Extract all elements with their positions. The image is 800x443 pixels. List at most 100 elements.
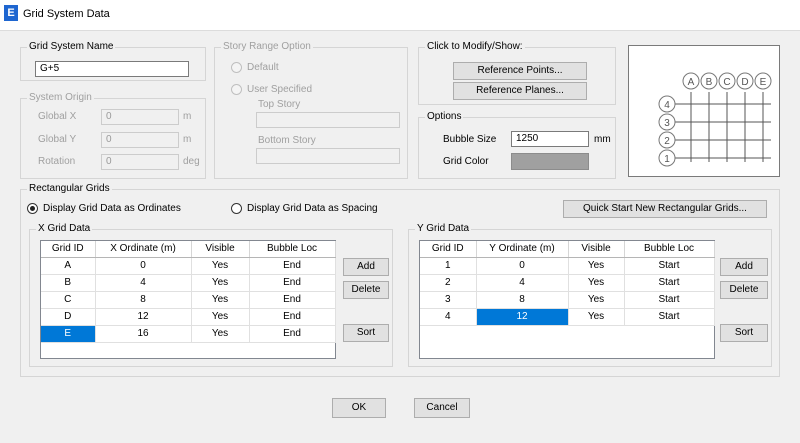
y-cell-visible[interactable]: Yes [568, 291, 625, 309]
x-header-ordinate[interactable]: X Ordinate (m) [95, 241, 192, 258]
table-row[interactable]: D 12 Yes End [41, 308, 336, 326]
y-cell-grid-id[interactable]: 1 [420, 257, 477, 275]
ok-button[interactable]: OK [332, 398, 386, 418]
bubble-size-input[interactable]: 1250 [511, 131, 589, 147]
y-cell-bubble-loc[interactable]: Start [624, 257, 715, 275]
table-row[interactable]: 1 0 Yes Start [420, 257, 715, 275]
y-cell-ordinate[interactable]: 0 [476, 257, 569, 275]
top-story-select[interactable] [256, 112, 400, 128]
x-cell-ordinate[interactable]: 8 [95, 291, 192, 309]
y-cell-grid-id[interactable]: 2 [420, 274, 477, 292]
x-cell-bubble-loc[interactable]: End [249, 325, 336, 343]
rotation-input[interactable]: 0 [101, 154, 179, 170]
grid-color-swatch[interactable] [511, 153, 589, 170]
y-cell-ordinate-selected[interactable]: 12 [476, 308, 569, 326]
y-grid-group: Y Grid Data Grid ID Y Ordinate (m) Visib… [408, 223, 772, 367]
display-spacing-radio[interactable] [231, 203, 242, 214]
grid-system-name-input[interactable]: G+5 [35, 61, 189, 77]
y-cell-bubble-loc[interactable]: Start [624, 274, 715, 292]
reference-points-button[interactable]: Reference Points... [453, 62, 587, 80]
global-y-unit: m [183, 134, 192, 145]
x-add-button[interactable]: Add [343, 258, 389, 276]
y-cell-visible[interactable]: Yes [568, 257, 625, 275]
table-row[interactable]: A 0 Yes End [41, 257, 336, 275]
reference-planes-button[interactable]: Reference Planes... [453, 82, 587, 100]
x-header-visible[interactable]: Visible [191, 241, 250, 258]
grid-system-name-group: Grid System Name G+5 [20, 41, 206, 81]
x-cell-bubble-loc[interactable]: End [249, 274, 336, 292]
y-cell-grid-id[interactable]: 4 [420, 308, 477, 326]
y-grid-label: Y Grid Data [415, 223, 472, 234]
y-header-visible[interactable]: Visible [568, 241, 625, 258]
preview-bubble-c: C [723, 77, 730, 88]
y-cell-ordinate[interactable]: 4 [476, 274, 569, 292]
x-sort-button[interactable]: Sort [343, 324, 389, 342]
default-radio[interactable] [231, 62, 242, 73]
dialog-client: Grid System Name G+5 System Origin Globa… [0, 30, 800, 443]
preview-bubble-3: 3 [664, 118, 670, 129]
y-grid-table: Grid ID Y Ordinate (m) Visible Bubble Lo… [419, 240, 715, 359]
x-delete-button[interactable]: Delete [343, 281, 389, 299]
x-cell-bubble-loc[interactable]: End [249, 257, 336, 275]
default-radio-label: Default [247, 62, 279, 73]
x-cell-bubble-loc[interactable]: End [249, 291, 336, 309]
quick-start-button[interactable]: Quick Start New Rectangular Grids... [563, 200, 767, 218]
user-specified-radio[interactable] [231, 84, 242, 95]
bottom-story-select[interactable] [256, 148, 400, 164]
rectangular-grids-label: Rectangular Grids [27, 183, 112, 194]
x-cell-grid-id[interactable]: B [41, 274, 96, 292]
table-row[interactable]: 3 8 Yes Start [420, 291, 715, 309]
x-header-bubble-loc[interactable]: Bubble Loc [249, 241, 336, 258]
x-header-grid-id[interactable]: Grid ID [41, 241, 96, 258]
y-header-bubble-loc[interactable]: Bubble Loc [624, 241, 715, 258]
preview-bubble-2: 2 [664, 136, 670, 147]
y-delete-button[interactable]: Delete [720, 281, 768, 299]
bubble-size-unit: mm [594, 134, 611, 145]
x-cell-ordinate[interactable]: 12 [95, 308, 192, 326]
display-ordinates-radio[interactable] [27, 203, 38, 214]
table-row[interactable]: C 8 Yes End [41, 291, 336, 309]
y-sort-button[interactable]: Sort [720, 324, 768, 342]
x-cell-visible[interactable]: Yes [191, 257, 250, 275]
x-cell-visible[interactable]: Yes [191, 308, 250, 326]
y-cell-bubble-loc[interactable]: Start [624, 291, 715, 309]
global-y-input[interactable]: 0 [101, 132, 179, 148]
y-cell-grid-id[interactable]: 3 [420, 291, 477, 309]
y-cell-visible[interactable]: Yes [568, 274, 625, 292]
x-cell-grid-id-selected[interactable]: E [41, 325, 96, 343]
display-spacing-label: Display Grid Data as Spacing [247, 203, 378, 214]
table-row[interactable]: 2 4 Yes Start [420, 274, 715, 292]
x-cell-bubble-loc[interactable]: End [249, 308, 336, 326]
y-add-button[interactable]: Add [720, 258, 768, 276]
modify-show-group: Click to Modify/Show: Reference Points..… [418, 41, 616, 105]
y-header-grid-id[interactable]: Grid ID [420, 241, 477, 258]
x-cell-ordinate[interactable]: 16 [95, 325, 192, 343]
x-cell-grid-id[interactable]: C [41, 291, 96, 309]
global-x-input[interactable]: 0 [101, 109, 179, 125]
options-label: Options [425, 111, 464, 122]
grid-color-label: Grid Color [443, 156, 489, 167]
x-cell-grid-id[interactable]: D [41, 308, 96, 326]
y-header-ordinate[interactable]: Y Ordinate (m) [476, 241, 569, 258]
x-cell-visible[interactable]: Yes [191, 291, 250, 309]
rectangular-grids-group: Rectangular Grids Display Grid Data as O… [20, 183, 780, 377]
x-cell-visible[interactable]: Yes [191, 274, 250, 292]
x-cell-ordinate[interactable]: 0 [95, 257, 192, 275]
table-row[interactable]: 4 12 Yes Start [420, 308, 715, 326]
x-cell-ordinate[interactable]: 4 [95, 274, 192, 292]
table-row[interactable]: B 4 Yes End [41, 274, 336, 292]
window-title: Grid System Data [23, 8, 110, 20]
y-cell-ordinate[interactable]: 8 [476, 291, 569, 309]
y-cell-visible[interactable]: Yes [568, 308, 625, 326]
x-grid-label: X Grid Data [36, 223, 93, 234]
story-range-label: Story Range Option [221, 41, 313, 52]
user-specified-radio-label: User Specified [247, 84, 313, 95]
global-x-label: Global X [38, 111, 77, 122]
x-cell-visible[interactable]: Yes [191, 325, 250, 343]
x-cell-grid-id[interactable]: A [41, 257, 96, 275]
title-bar: E Grid System Data [0, 0, 800, 30]
table-row[interactable]: E 16 Yes End [41, 325, 336, 343]
global-y-label: Global Y [38, 134, 77, 145]
cancel-button[interactable]: Cancel [414, 398, 470, 418]
y-cell-bubble-loc[interactable]: Start [624, 308, 715, 326]
